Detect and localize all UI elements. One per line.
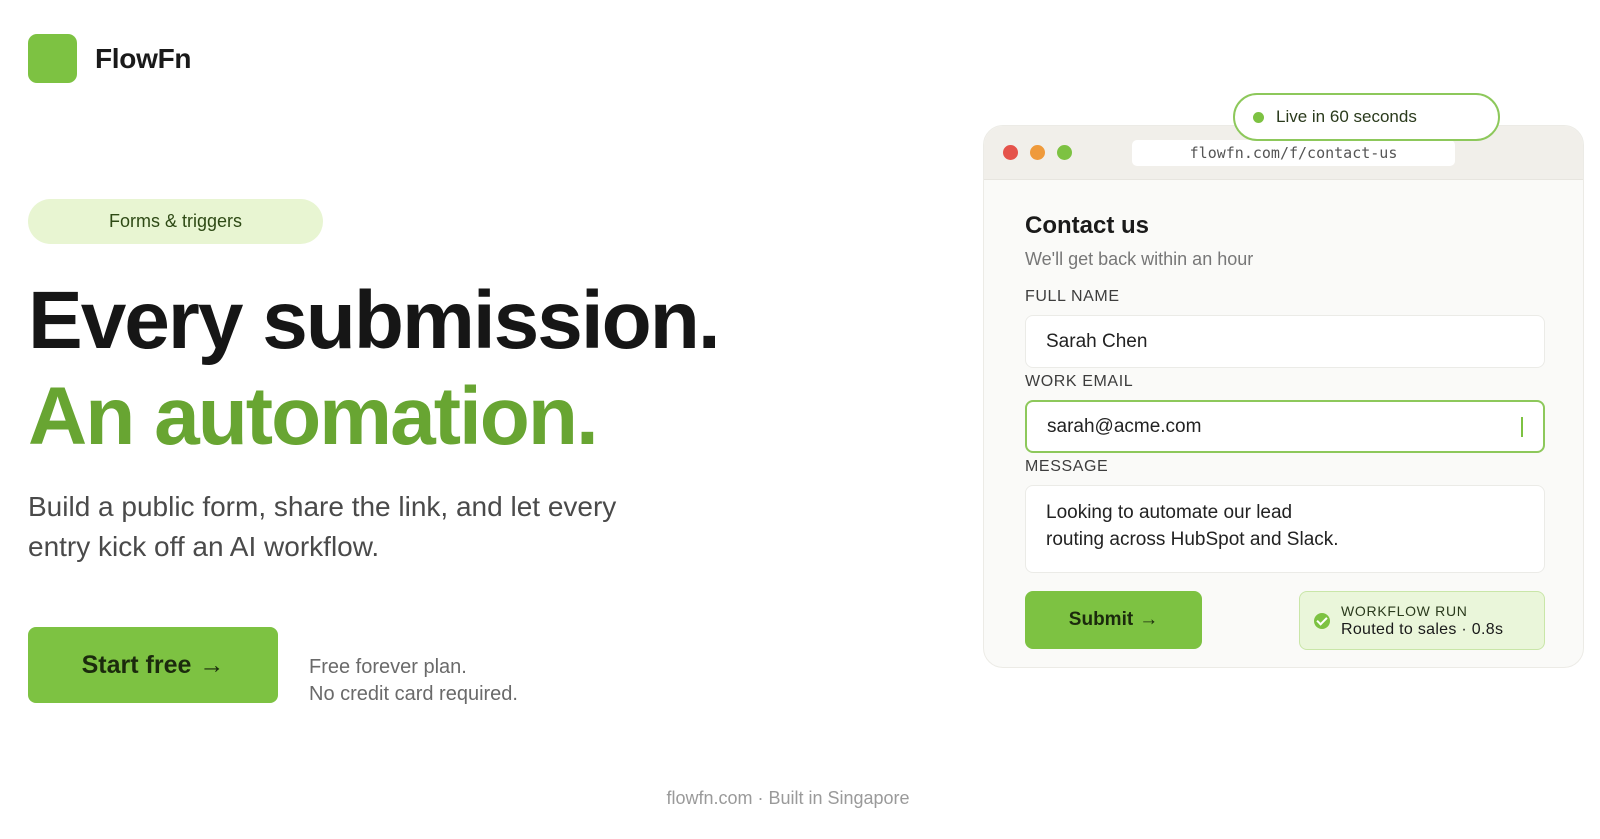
live-status-icon <box>1253 111 1264 123</box>
footer-text: flowfn.com · Built in Singapore <box>666 788 910 808</box>
work-email-field[interactable]: sarah@acme.com <box>1025 400 1545 453</box>
full-name-field[interactable]: Sarah Chen <box>1025 315 1545 368</box>
message-line-2: routing across HubSpot and Slack. <box>1046 529 1339 550</box>
form-subtitle: We'll get back within an hour <box>1025 249 1254 269</box>
form-title: Contact us <box>1025 212 1150 239</box>
cta-note-line-2: No credit card required. <box>309 683 518 705</box>
full-name-value: Sarah Chen <box>1046 330 1148 352</box>
check-circle-icon <box>1314 612 1330 629</box>
contact-form-header: Contact us We'll get back within an hour <box>1025 212 1545 270</box>
live-badge-label: Live in 60 seconds <box>1276 107 1417 126</box>
workflow-run-title: WORKFLOW RUN <box>1341 602 1468 619</box>
start-free-label: Start free <box>81 650 192 679</box>
submit-label: Submit <box>1068 609 1134 630</box>
window-minimize-icon <box>1030 145 1045 160</box>
start-free-button[interactable]: Start free → <box>28 627 278 703</box>
address-bar: flowfn.com/f/contact-us <box>1132 140 1455 166</box>
work-email-label: WORK EMAIL <box>1025 373 1134 390</box>
arrow-right-icon: → <box>1139 609 1159 630</box>
footer: flowfn.com · Built in Singapore <box>0 788 1600 809</box>
work-email-value: sarah@acme.com <box>1047 415 1202 437</box>
text-cursor-icon <box>1521 416 1523 437</box>
headline-line-2: An automation. <box>28 371 599 462</box>
window-maximize-icon <box>1057 145 1072 160</box>
cta-note-line-1: Free forever plan. <box>309 656 467 678</box>
logo-mark-icon <box>28 34 77 83</box>
message-field[interactable]: Looking to automate our lead routing acr… <box>1025 485 1545 573</box>
category-tag: Forms & triggers <box>28 199 323 244</box>
cta-note: Free forever plan. No credit card requir… <box>309 654 518 708</box>
window-close-icon <box>1003 145 1018 160</box>
message-line-1: Looking to automate our lead <box>1046 502 1293 523</box>
message-label: MESSAGE <box>1025 458 1109 475</box>
workflow-run-detail: Routed to sales · 0.8s <box>1341 620 1504 638</box>
arrow-right-icon: → <box>199 650 225 679</box>
headline-line-1: Every submission. <box>28 275 721 366</box>
browser-preview-window: flowfn.com/f/contact-us Contact us We'll… <box>983 125 1584 668</box>
full-name-label: FULL NAME <box>1025 288 1120 305</box>
submit-button[interactable]: Submit → <box>1025 591 1202 649</box>
brand-logo[interactable]: FlowFn <box>28 34 191 83</box>
workflow-run-status: WORKFLOW RUN Routed to sales · 0.8s <box>1299 591 1545 650</box>
brand-name: FlowFn <box>95 42 192 74</box>
live-badge: Live in 60 seconds <box>1233 93 1500 141</box>
hero-subcopy: Build a public form, share the link, and… <box>28 491 617 562</box>
